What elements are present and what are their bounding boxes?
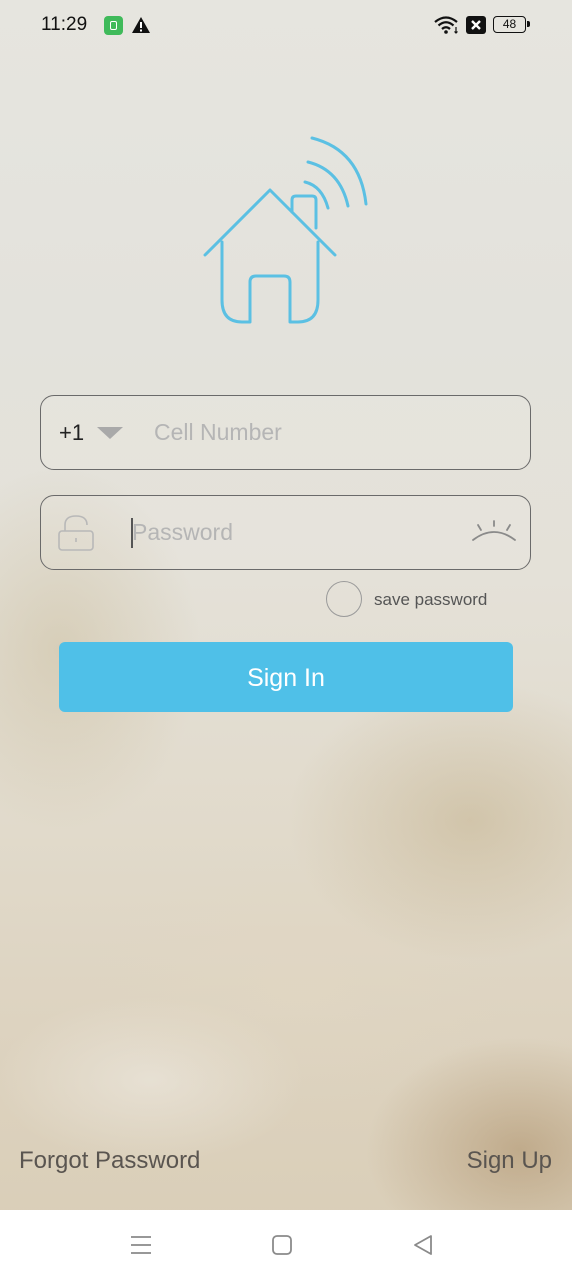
battery-icon: 48: [493, 16, 530, 33]
chevron-down-icon[interactable]: [97, 427, 123, 439]
sign-up-link[interactable]: Sign Up: [467, 1147, 552, 1175]
eye-closed-icon[interactable]: [471, 520, 517, 544]
menu-icon[interactable]: [130, 1234, 152, 1256]
password-field[interactable]: [40, 495, 531, 570]
no-sim-icon: [466, 16, 486, 34]
warning-icon: [132, 17, 150, 33]
wifi-icon: [434, 16, 458, 34]
sign-in-button[interactable]: Sign In: [59, 642, 513, 712]
phone-field[interactable]: +1: [40, 395, 531, 470]
forgot-password-link[interactable]: Forgot Password: [19, 1147, 200, 1175]
password-input[interactable]: [132, 496, 462, 568]
status-bar: 11:29 48: [0, 0, 572, 50]
app-notification-icon: [104, 16, 123, 35]
save-password-label[interactable]: save password: [374, 590, 487, 610]
back-icon[interactable]: [412, 1234, 434, 1256]
login-screen: 11:29 48 +1 Cell Number save password Si…: [0, 0, 572, 1280]
lock-icon: [58, 515, 94, 551]
smart-home-wifi-icon: [203, 136, 368, 324]
save-password-radio[interactable]: [326, 581, 362, 617]
system-nav-bar: [0, 1210, 572, 1280]
cell-number-input[interactable]: [154, 396, 514, 468]
home-icon[interactable]: [272, 1235, 292, 1255]
status-time: 11:29: [41, 14, 88, 35]
country-code[interactable]: +1: [59, 420, 84, 446]
